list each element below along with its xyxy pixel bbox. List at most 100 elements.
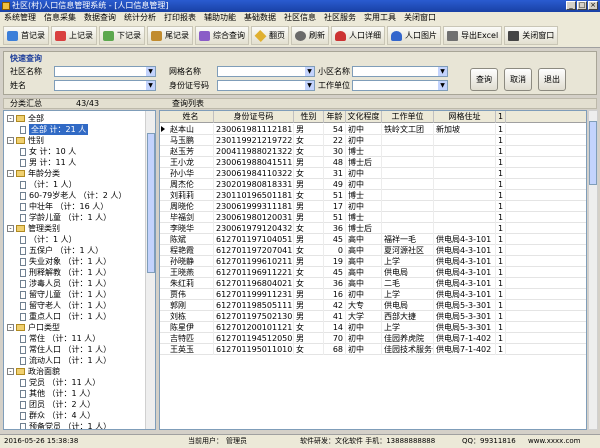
export-excel-button[interactable]: 导出Excel <box>443 26 503 45</box>
tree-item[interactable]: 流动人口 （计：1 人） <box>20 355 111 366</box>
tree-item[interactable]: 刑释解教 （计：1 人） <box>20 267 111 278</box>
tree-item[interactable]: （计：1 人） <box>20 234 77 245</box>
maximize-button[interactable]: □ <box>577 1 587 10</box>
tree-item[interactable]: 失业对象 （计：1 人） <box>20 256 111 267</box>
menu-tools[interactable]: 实用工具 <box>360 12 400 24</box>
tree-item[interactable]: 涉毒人员 （计：1 人） <box>20 278 111 289</box>
minimize-button[interactable]: _ <box>566 1 576 10</box>
table-row[interactable]: 刘莉莉 230110196501181 女 51 博士 1 <box>160 190 586 201</box>
header-col-address[interactable]: 网格住址 <box>434 111 496 123</box>
person-detail-button[interactable]: 人口详细 <box>331 26 385 45</box>
collapse-icon[interactable]: - <box>7 368 14 375</box>
tree-item[interactable]: 男 计：11 人 <box>20 157 76 168</box>
table-row[interactable]: 马玉鹏 230119921219722 女 22 初中 1 <box>160 135 586 146</box>
query-button[interactable]: 查询 <box>470 68 498 91</box>
next-record-button[interactable]: 下记录 <box>99 26 145 45</box>
collapse-icon[interactable]: - <box>7 324 14 331</box>
header-col-gender[interactable]: 性别 <box>294 111 324 123</box>
close-window-button[interactable]: 关闭窗口 <box>504 26 559 45</box>
tree-group[interactable]: - 政治面貌 <box>7 366 60 377</box>
tree-item[interactable]: 其他 （计：1 人） <box>20 388 95 399</box>
header-col-education[interactable]: 文化程度 <box>346 111 382 123</box>
person-photo-button[interactable]: 人口图片 <box>387 26 441 45</box>
tree-group[interactable]: - 年龄分类 <box>7 168 60 179</box>
collapse-icon[interactable]: - <box>7 170 14 177</box>
tree-item[interactable]: （计：1 人） <box>20 179 77 190</box>
category-tree[interactable]: - 全部 全部 计：21 人 - 性别女 计：10 人男 计：11 人 - 年龄分类 （计：1… <box>3 110 156 430</box>
tree-item[interactable]: 中壮年 （计：16 人） <box>20 201 108 212</box>
tree-scroll-thumb[interactable] <box>147 133 155 273</box>
tree-item[interactable]: 全部 计：21 人 <box>20 124 89 135</box>
name-input[interactable]: ▼ <box>54 80 156 91</box>
refresh-button[interactable]: 刷新 <box>291 26 329 45</box>
cancel-button[interactable]: 取消 <box>504 68 532 91</box>
tree-item[interactable]: 60-79岁老人 （计：2 人） <box>20 190 126 201</box>
menu-system[interactable]: 系统管理 <box>0 12 40 24</box>
table-row[interactable]: 朱红莉 612701196804021 女 36 高中 二毛 供电局4-3-101 1 <box>160 278 586 289</box>
table-row[interactable]: 李晓华 230061979120432 女 36 博士后 1 <box>160 223 586 234</box>
tree-item[interactable]: 常住 （计：11 人） <box>20 333 100 344</box>
menu-print[interactable]: 打印报表 <box>160 12 200 24</box>
table-row[interactable]: 赵玉芳 200411988021322 女 30 博士 1 <box>160 146 586 157</box>
exit-button[interactable]: 退出 <box>538 68 566 91</box>
estate-name-select[interactable]: ▼ <box>352 66 448 77</box>
tree-item[interactable]: 党员 （计：11 人） <box>20 377 100 388</box>
menu-service[interactable]: 社区服务 <box>320 12 360 24</box>
collapse-icon[interactable]: - <box>7 225 14 232</box>
header-col-extra[interactable]: 1 <box>496 111 506 123</box>
tree-item[interactable]: 留守老人 （计：1 人） <box>20 300 111 311</box>
header-col-age[interactable]: 年龄 <box>324 111 346 123</box>
last-record-button[interactable]: 尾记录 <box>147 26 193 45</box>
prev-record-button[interactable]: 上记录 <box>51 26 97 45</box>
table-scroll-thumb[interactable] <box>589 121 597 185</box>
menu-stats[interactable]: 统计分析 <box>120 12 160 24</box>
tree-item[interactable]: 女 计：10 人 <box>20 146 76 157</box>
table-scrollbar[interactable] <box>588 110 598 430</box>
table-row[interactable]: 孙小华 230061984110322 女 31 初中 1 <box>160 168 586 179</box>
grid-name-select[interactable]: ▼ <box>217 66 315 77</box>
table-row[interactable]: 陈斌 612701197104051 男 45 高中 福祥一毛 供电局4-3-101 1 <box>160 234 586 245</box>
tree-group[interactable]: - 全部 <box>7 113 44 124</box>
table-row[interactable]: 毕福剑 230061980120031 男 51 博士 1 <box>160 212 586 223</box>
menu-assist[interactable]: 辅助功能 <box>200 12 240 24</box>
tree-item[interactable]: 重点人口 （计：1 人） <box>20 311 111 322</box>
table-row[interactable]: 陈星伊 612701200101121 女 14 初中 上学 供电局5-3-301 1 <box>160 322 586 333</box>
menu-query[interactable]: 数据查询 <box>80 12 120 24</box>
tree-scrollbar[interactable] <box>145 111 155 429</box>
tree-item[interactable]: 学龄儿童 （计：1 人） <box>20 212 111 223</box>
tree-item[interactable]: 五保户 （计：1 人） <box>20 245 103 256</box>
table-row[interactable]: 刘栋 612701197502130 男 41 大学 西部大捷 供电局5-3-301 1 <box>160 311 586 322</box>
header-col-name[interactable]: 姓名 <box>168 111 214 123</box>
table-row[interactable]: 程艳霞 612701197207041 女 0 高中 夏河源社区 供电局4-3-101 1 <box>160 245 586 256</box>
tree-group[interactable]: - 管理类别 <box>7 223 60 234</box>
table-row[interactable]: 周杰伦 230201980818331 男 49 初中 1 <box>160 179 586 190</box>
menu-community[interactable]: 社区信息 <box>280 12 320 24</box>
menu-close[interactable]: 关闭窗口 <box>400 12 440 24</box>
tree-item[interactable]: 团员 （计：2 人） <box>20 399 95 410</box>
tree-item[interactable]: 群众 （计：4 人） <box>20 410 95 421</box>
table-row[interactable]: 王英玉612701195011010女68初中佳园技术服务公司供电局7-1-40… <box>160 344 586 355</box>
tree-item[interactable]: 预备党员 （计：1 人） <box>20 421 111 429</box>
table-row[interactable]: 王小龙 230061988041511 男 48 博士后 1 <box>160 157 586 168</box>
table-row[interactable]: 孙晓静 612701199610211 男 19 高中 上学 供电局4-3-101 1 <box>160 256 586 267</box>
header-col-workplace[interactable]: 工作单位 <box>382 111 434 123</box>
first-record-button[interactable]: 首记录 <box>3 26 49 45</box>
page-turn-button[interactable]: 翻页 <box>251 26 289 45</box>
table-row[interactable]: 郭刚 612701198505111 男 42 大专 供电局 供电局5-3-301 1 <box>160 300 586 311</box>
table-row[interactable]: 吉特匹 612701194512050 男 70 初中 佳园养虎院 供电局7-1-402 1 <box>160 333 586 344</box>
table-row[interactable]: 王晓燕 612701196911221 女 45 高中 供电局 供电局4-3-101 1 <box>160 267 586 278</box>
collapse-icon[interactable]: - <box>7 115 14 122</box>
tree-group[interactable]: - 户口类型 <box>7 322 60 333</box>
id-number-input[interactable]: ▼ <box>217 80 315 91</box>
close-button[interactable]: × <box>588 1 598 10</box>
community-select[interactable]: ▼ <box>54 66 156 77</box>
header-col-id-number[interactable]: 身份证号码 <box>214 111 294 123</box>
menu-base[interactable]: 基础数据 <box>240 12 280 24</box>
menu-collect[interactable]: 信息采集 <box>40 12 80 24</box>
advanced-search-button[interactable]: 综合查询 <box>195 26 249 45</box>
tree-group[interactable]: - 性别 <box>7 135 44 146</box>
workplace-input[interactable]: ▼ <box>352 80 448 91</box>
table-row[interactable]: 周晓伦 230061999311181 男 17 初中 1 <box>160 201 586 212</box>
table-row[interactable]: 赵本山 230061981112181 男 54 初中 铁岭文工团 新加坡 1 <box>160 124 586 135</box>
tree-item[interactable]: 常住人口 （计：1 人） <box>20 344 111 355</box>
